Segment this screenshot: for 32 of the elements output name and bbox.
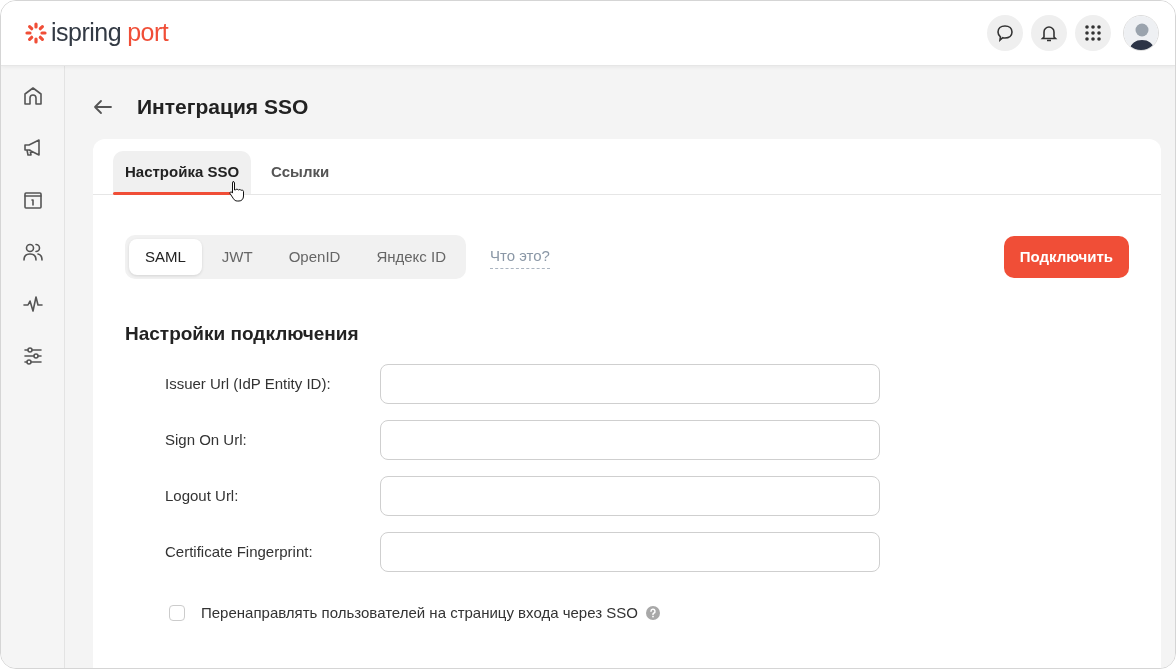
user-avatar[interactable] — [1123, 15, 1159, 51]
redirect-checkbox[interactable] — [169, 605, 185, 622]
apps-button[interactable] — [1075, 15, 1111, 51]
notifications-button[interactable] — [1031, 15, 1067, 51]
chat-button[interactable] — [987, 15, 1023, 51]
field-label: Issuer Url (IdP Entity ID): — [165, 373, 332, 394]
field-label: Certificate Fingerprint: — [165, 541, 314, 562]
back-icon[interactable] — [93, 98, 113, 115]
logo-icon — [25, 22, 47, 44]
pointer-cursor-icon — [229, 180, 245, 203]
apps-grid-icon[interactable] — [1084, 24, 1102, 42]
field-label: Logout Url: — [165, 485, 240, 506]
protocol-tab[interactable]: Яндекс ID — [360, 238, 462, 276]
page-title: Интеграция SSO — [137, 94, 309, 120]
bell-icon[interactable] — [1039, 23, 1059, 43]
protocol-tab[interactable]: SAML — [129, 238, 202, 276]
input-field[interactable] — [380, 532, 880, 572]
chat-icon[interactable] — [995, 23, 1015, 43]
protocol-tab[interactable]: OpenID — [272, 238, 357, 276]
connect-button[interactable]: Подключить — [1003, 235, 1129, 279]
help-link[interactable]: Что это? — [490, 245, 550, 269]
field-label: Sign On Url: — [165, 429, 248, 450]
section-title: Настройки подключения — [125, 323, 360, 346]
checkbox-label: Перенаправлять пользователей на страницу входа через SSO — [201, 603, 638, 623]
input-field[interactable] — [380, 364, 880, 404]
protocol-tab[interactable]: JWT — [205, 238, 269, 276]
input-field[interactable] — [380, 420, 880, 460]
logo-text: ispring — [51, 17, 122, 49]
input-field[interactable] — [380, 476, 880, 516]
tab[interactable]: Ссылки — [259, 151, 342, 194]
logo-text: port — [127, 17, 169, 49]
tab[interactable]: Настройка SSO — [113, 151, 252, 194]
